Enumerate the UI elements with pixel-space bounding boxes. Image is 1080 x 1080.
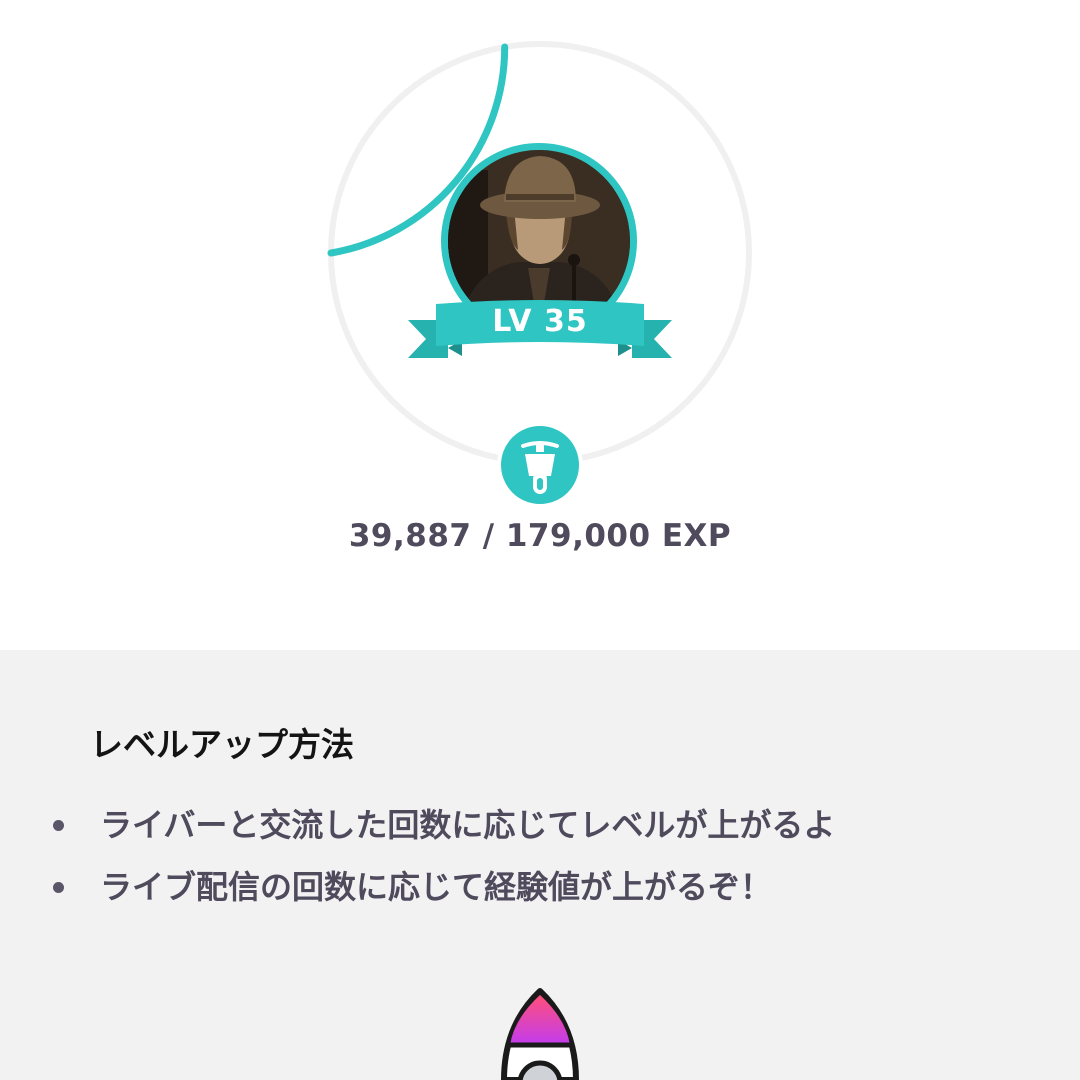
level-card: LV 35 39,887 / 179,000 EXP <box>0 0 1080 650</box>
bullet-icon <box>53 820 64 831</box>
rocket-icon <box>501 988 579 1080</box>
bullet-icon <box>53 882 64 893</box>
section-title: レベルアップ方法 <box>90 725 354 764</box>
level-label: LV 35 <box>492 304 588 339</box>
scooter-icon <box>521 441 559 494</box>
tip-text: ライバーと交流した回数に応じてレベルが上がるよ <box>100 806 836 844</box>
tip-text: ライブ配信の回数に応じて経験値が上がるぞ！ <box>100 868 773 906</box>
vehicle-badge <box>497 422 583 508</box>
exp-progress-text: 39,887 / 179,000 EXP <box>348 518 732 554</box>
